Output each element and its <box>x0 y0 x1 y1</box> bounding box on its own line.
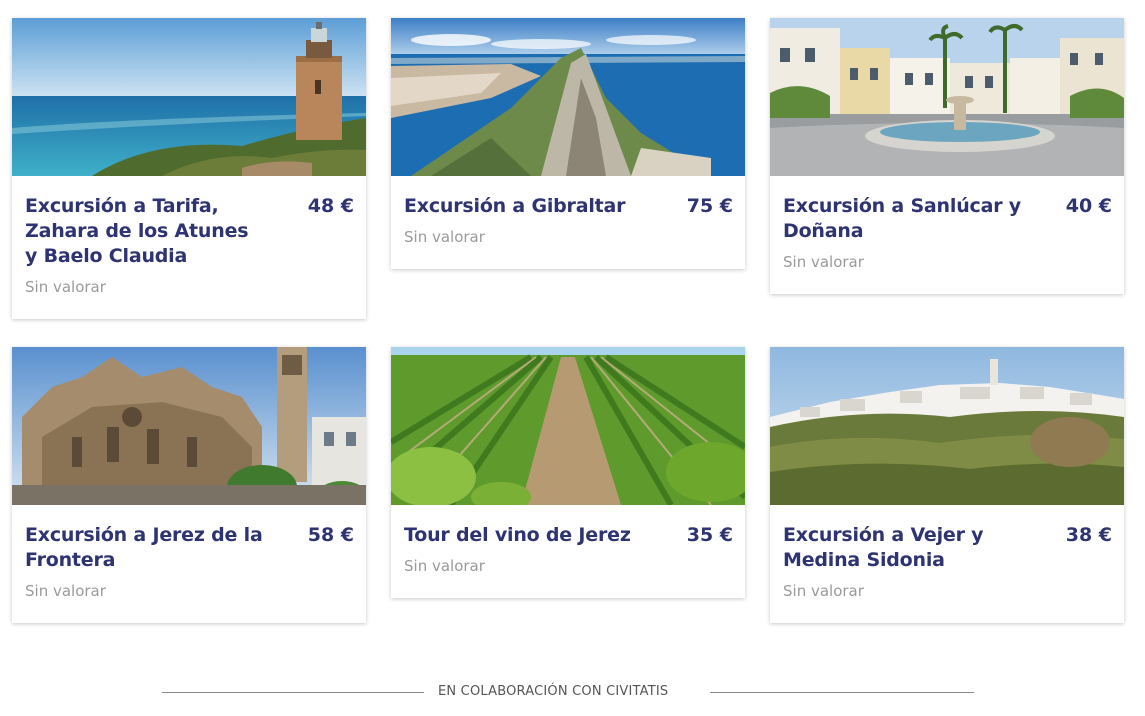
tour-image-vino-jerez[interactable] <box>391 347 745 505</box>
tour-card-body: Tour del vino de Jerez 35 € Sin valorar <box>391 505 745 598</box>
tour-image-sanlucar[interactable] <box>770 18 1124 176</box>
tour-card-tarifa[interactable]: Excursión a Tarifa, Zahara de los Atunes… <box>12 18 366 319</box>
tour-rating: Sin valorar <box>404 557 485 575</box>
tour-card-body: Excursión a Sanlúcar y Doñana 40 € Sin v… <box>770 176 1124 294</box>
tour-image-tarifa[interactable] <box>12 18 366 176</box>
tour-card-body: Excursión a Tarifa, Zahara de los Atunes… <box>12 176 366 319</box>
tour-title[interactable]: Tour del vino de Jerez <box>404 523 644 548</box>
tour-rating: Sin valorar <box>404 228 485 246</box>
tour-image-jerez[interactable] <box>12 347 366 505</box>
tour-price: 48 € <box>307 195 354 217</box>
tour-card-body: Excursión a Gibraltar 75 € Sin valorar <box>391 176 745 269</box>
divider-right <box>710 692 974 693</box>
tour-card-vino-jerez[interactable]: Tour del vino de Jerez 35 € Sin valorar <box>391 347 745 598</box>
tour-card-jerez[interactable]: Excursión a Jerez de la Frontera 58 € Si… <box>12 347 366 623</box>
tour-card-vejer[interactable]: Excursión a Vejer y Medina Sidonia 38 € … <box>770 347 1124 623</box>
tour-price: 38 € <box>1065 524 1112 546</box>
tour-title[interactable]: Excursión a Tarifa, Zahara de los Atunes… <box>25 194 265 269</box>
tour-card-gibraltar[interactable]: Excursión a Gibraltar 75 € Sin valorar <box>391 18 745 269</box>
tour-title[interactable]: Excursión a Jerez de la Frontera <box>25 523 265 573</box>
partner-text: EN COLABORACIÓN CON CIVITATIS <box>438 684 669 699</box>
tour-title[interactable]: Excursión a Gibraltar <box>404 194 644 219</box>
tour-price: 40 € <box>1065 195 1112 217</box>
tour-rating: Sin valorar <box>25 278 106 296</box>
tour-rating: Sin valorar <box>783 582 864 600</box>
divider-left <box>162 692 424 693</box>
tour-price: 75 € <box>686 195 733 217</box>
tour-image-vejer[interactable] <box>770 347 1124 505</box>
tour-card-body: Excursión a Vejer y Medina Sidonia 38 € … <box>770 505 1124 623</box>
tour-card-body: Excursión a Jerez de la Frontera 58 € Si… <box>12 505 366 623</box>
partner-footer: EN COLABORACIÓN CON CIVITATIS <box>162 683 974 701</box>
tour-title[interactable]: Excursión a Sanlúcar y Doñana <box>783 194 1023 244</box>
tour-rating: Sin valorar <box>25 582 106 600</box>
tour-rating: Sin valorar <box>783 253 864 271</box>
tour-card-sanlucar[interactable]: Excursión a Sanlúcar y Doñana 40 € Sin v… <box>770 18 1124 294</box>
tour-price: 35 € <box>686 524 733 546</box>
tour-price: 58 € <box>307 524 354 546</box>
tour-image-gibraltar[interactable] <box>391 18 745 176</box>
tour-title[interactable]: Excursión a Vejer y Medina Sidonia <box>783 523 1023 573</box>
